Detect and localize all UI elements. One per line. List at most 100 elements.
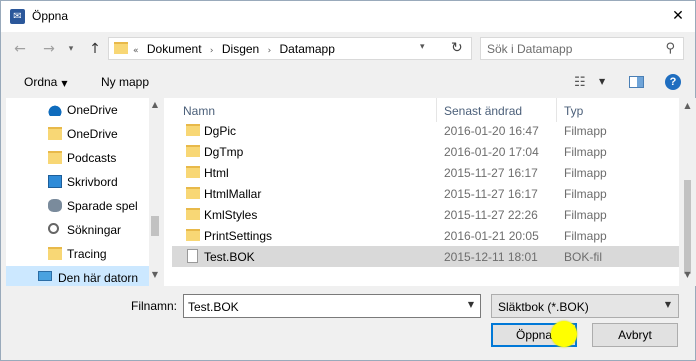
sidebar-item-label: OneDrive (67, 127, 118, 141)
navigation-pane: OneDrive OneDrive Podcasts Skrivbord Spa… (6, 98, 161, 286)
address-bar[interactable]: « Dokument › Disgen › Datamapp ▾ ↻ (108, 37, 472, 60)
organize-button[interactable]: Ordna ▼ (24, 75, 68, 89)
help-icon[interactable]: ? (665, 74, 681, 90)
folder-icon (48, 127, 62, 140)
desktop-icon (48, 175, 62, 188)
file-date: 2016-01-21 20:05 (444, 229, 539, 243)
scroll-down-icon[interactable]: ▼ (679, 270, 696, 279)
breadcrumb-separator-icon[interactable]: › (210, 46, 214, 56)
file-type: BOK-fil (564, 250, 603, 264)
caret-down-icon: ▼ (61, 79, 68, 88)
table-row[interactable]: HtmlMallar 2015-11-27 16:17 Filmapp (172, 183, 679, 204)
sidebar-item-sokningar[interactable]: Sökningar (6, 218, 146, 242)
sidebar-item-label: Sökningar (67, 223, 122, 237)
overflow-chevron-icon[interactable]: « (133, 46, 139, 56)
column-header-date[interactable]: Senast ändrad (444, 104, 522, 118)
view-caret-icon[interactable]: ▼ (599, 77, 605, 86)
folder-icon (48, 151, 62, 164)
search-input[interactable] (487, 41, 647, 56)
file-date: 2016-01-20 17:04 (444, 145, 539, 159)
table-row[interactable]: DgPic 2016-01-20 16:47 Filmapp (172, 120, 679, 141)
table-row-selected[interactable]: Test.BOK 2015-12-11 18:01 BOK-fil (172, 246, 679, 267)
sidebar-item-den-har-datorn[interactable]: Den här datorn (6, 266, 149, 286)
file-icon (187, 249, 198, 263)
sidebar-item-onedrive-cloud[interactable]: OneDrive (6, 98, 146, 122)
breadcrumb-item-datamapp[interactable]: Datamapp (280, 42, 335, 56)
folder-icon (48, 247, 62, 260)
scroll-down-icon[interactable]: ▼ (149, 270, 161, 279)
new-folder-button[interactable]: Ny mapp (101, 75, 149, 89)
breadcrumb-item-dokument[interactable]: Dokument (147, 42, 202, 56)
sidebar-item-sparade-spel[interactable]: Sparade spel (6, 194, 146, 218)
folder-icon (186, 145, 200, 157)
folder-icon (186, 124, 200, 136)
file-type: Filmapp (564, 124, 607, 138)
sidebar-item-skrivbord[interactable]: Skrivbord (6, 170, 146, 194)
preview-pane-icon[interactable] (629, 76, 644, 88)
file-date: 2015-11-27 22:26 (444, 208, 538, 222)
scrollbar-thumb[interactable] (684, 180, 691, 274)
file-date: 2015-11-27 16:17 (444, 187, 538, 201)
sidebar-item-onedrive[interactable]: OneDrive (6, 122, 146, 146)
app-icon: ✉ (10, 9, 25, 24)
folder-icon (186, 187, 200, 199)
sidebar-item-tracing[interactable]: Tracing (6, 242, 146, 266)
chevron-down-icon: ▼ (664, 300, 671, 309)
saved-games-icon (48, 199, 62, 212)
sidebar-scrollbar[interactable]: ▲ ▼ (149, 98, 161, 286)
command-bar: Ordna ▼ Ny mapp ☷ ▼ ? (1, 67, 695, 97)
address-dropdown-icon[interactable]: ▾ (420, 42, 425, 52)
refresh-icon[interactable]: ↻ (451, 40, 463, 56)
scrollbar-thumb[interactable] (151, 216, 159, 236)
computer-icon (38, 271, 52, 281)
view-options-icon[interactable]: ☷ (574, 75, 586, 90)
file-date: 2016-01-20 16:47 (444, 124, 539, 138)
folder-icon (186, 229, 200, 241)
folder-icon (114, 42, 128, 54)
file-list-scrollbar[interactable]: ▲ ▼ (679, 98, 696, 286)
back-arrow-icon[interactable]: ← (10, 39, 30, 59)
sidebar-item-label: Tracing (67, 247, 107, 261)
sort-ascending-icon: ^ (302, 98, 310, 104)
breadcrumb: « Dokument › Disgen › Datamapp (133, 42, 340, 56)
sidebar-item-label: Sparade spel (67, 199, 138, 213)
column-header-type[interactable]: Typ (564, 104, 583, 118)
sidebar-item-label: Den här datorn (58, 271, 139, 285)
forward-arrow-icon[interactable]: → (39, 39, 59, 59)
filename-input[interactable] (188, 299, 448, 314)
open-file-dialog: ✉ Öppna ✕ ← → ▾ ↑ « Dokument › Disgen › … (0, 0, 696, 361)
table-row[interactable]: KmlStyles 2015-11-27 22:26 Filmapp (172, 204, 679, 225)
table-row[interactable]: Html 2015-11-27 16:17 Filmapp (172, 162, 679, 183)
sidebar-item-label: Skrivbord (67, 175, 118, 189)
file-type: Filmapp (564, 145, 607, 159)
sidebar-item-podcasts[interactable]: Podcasts (6, 146, 146, 170)
column-divider[interactable] (556, 98, 557, 122)
cancel-button[interactable]: Avbryt (592, 323, 678, 347)
sidebar-item-label: Podcasts (67, 151, 117, 165)
filename-combobox[interactable]: ▼ (183, 294, 481, 318)
file-type-select[interactable]: Släktbok (*.BOK) ▼ (491, 294, 679, 318)
up-arrow-icon[interactable]: ↑ (85, 39, 105, 59)
recent-locations-chevron-icon[interactable]: ▾ (61, 39, 81, 59)
chevron-down-icon[interactable]: ▼ (468, 300, 474, 309)
table-row[interactable]: DgTmp 2016-01-20 17:04 Filmapp (172, 141, 679, 162)
column-divider[interactable] (436, 98, 437, 122)
file-date: 2015-12-11 18:01 (444, 250, 538, 264)
file-type: Filmapp (564, 187, 607, 201)
search-box[interactable]: ⚲ (480, 37, 684, 60)
column-header-row: ^ Namn Senast ändrad Typ (164, 98, 679, 122)
scroll-up-icon[interactable]: ▲ (149, 100, 161, 109)
search-icon (48, 223, 59, 234)
breadcrumb-item-disgen[interactable]: Disgen (222, 42, 259, 56)
close-button[interactable]: ✕ (663, 1, 693, 31)
file-name: KmlStyles (204, 208, 258, 222)
file-type: Filmapp (564, 166, 607, 180)
folder-icon (186, 166, 200, 178)
scroll-up-icon[interactable]: ▲ (679, 101, 696, 110)
breadcrumb-separator-icon[interactable]: › (268, 46, 272, 56)
column-header-name[interactable]: Namn (183, 104, 215, 118)
file-name: HtmlMallar (204, 187, 262, 201)
organize-label: Ordna (24, 75, 58, 89)
table-row[interactable]: PrintSettings 2016-01-21 20:05 Filmapp (172, 225, 679, 246)
file-name: DgTmp (204, 145, 244, 159)
